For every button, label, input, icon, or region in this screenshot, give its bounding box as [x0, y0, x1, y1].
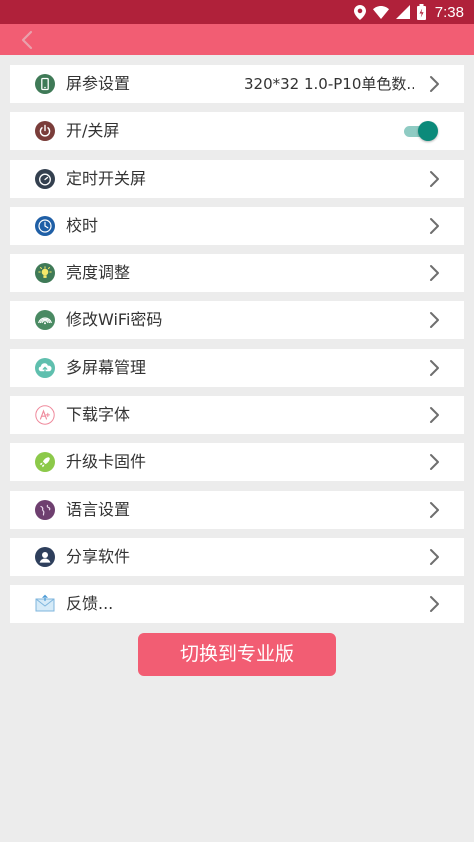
settings-menu: 屏参设置 320*32 1.0-P10单色数... 开/关屏 定时开关屏 校时 …: [10, 65, 464, 633]
mail-icon: [35, 594, 55, 614]
back-button[interactable]: [14, 27, 40, 53]
clock-icon: [35, 215, 55, 236]
cell-signal-icon: [395, 5, 410, 19]
rocket-icon: [35, 452, 55, 473]
menu-item-firmware-upgrade[interactable]: 升级卡固件: [10, 443, 464, 482]
menu-item-label: 校时: [66, 215, 99, 235]
switch-to-pro-button[interactable]: 切换到专业版: [138, 633, 336, 676]
chevron-right-icon: [430, 312, 439, 329]
chevron-right-icon: [430, 548, 439, 565]
user-icon: [35, 546, 55, 567]
chevron-right-icon: [430, 501, 439, 518]
menu-item-multi-screen[interactable]: 多屏幕管理: [10, 348, 464, 387]
menu-item-label: 修改WiFi密码: [66, 310, 163, 330]
menu-item-label: 多屏幕管理: [66, 357, 147, 377]
menu-item-label: 升级卡固件: [66, 452, 147, 472]
wifi-password-icon: [35, 310, 55, 331]
chevron-right-icon: [430, 170, 439, 187]
location-icon: [353, 4, 366, 20]
menu-item-language[interactable]: 语言设置: [10, 490, 464, 529]
menu-item-brightness[interactable]: 亮度调整: [10, 254, 464, 293]
cloud-upload-icon: [35, 357, 55, 378]
chevron-right-icon: [430, 76, 439, 92]
brightness-icon: [35, 263, 55, 284]
phone-icon: [35, 74, 55, 94]
chevron-right-icon: [430, 265, 439, 282]
globe-icon: [35, 499, 55, 520]
menu-item-label: 定时开关屏: [66, 168, 147, 188]
font-icon: [35, 405, 55, 425]
menu-item-download-font[interactable]: 下载字体: [10, 396, 464, 435]
back-arrow-icon: [21, 30, 33, 50]
timer-icon: [35, 168, 55, 189]
wifi-icon: [372, 5, 389, 19]
menu-item-label: 语言设置: [66, 499, 131, 519]
power-toggle-switch[interactable]: [404, 121, 438, 142]
menu-item-label: 反馈...: [66, 594, 114, 614]
menu-item-time-sync[interactable]: 校时: [10, 206, 464, 245]
menu-item-share[interactable]: 分享软件: [10, 537, 464, 576]
clock-time: 7:38: [434, 3, 464, 21]
screen-params-value: 320*32 1.0-P10单色数...: [244, 75, 414, 93]
chevron-right-icon: [430, 359, 439, 376]
menu-item-wifi-password[interactable]: 修改WiFi密码: [10, 301, 464, 340]
app-bar: [0, 24, 474, 55]
menu-item-label: 亮度调整: [66, 263, 131, 283]
chevron-right-icon: [430, 454, 439, 471]
battery-icon: [416, 4, 426, 20]
menu-item-feedback[interactable]: 反馈...: [10, 585, 464, 624]
power-icon: [35, 121, 55, 142]
toggle-thumb: [418, 121, 438, 142]
menu-item-label: 分享软件: [66, 546, 131, 566]
menu-item-timer[interactable]: 定时开关屏: [10, 159, 464, 198]
menu-item-label: 下载字体: [66, 405, 131, 425]
chevron-right-icon: [430, 217, 439, 234]
menu-item-label: 屏参设置: [66, 74, 131, 93]
menu-item-screen-params[interactable]: 屏参设置 320*32 1.0-P10单色数...: [10, 65, 464, 103]
status-bar: 7:38: [0, 0, 474, 24]
chevron-right-icon: [430, 596, 439, 613]
menu-item-power-toggle: 开/关屏: [10, 112, 464, 151]
menu-item-label: 开/关屏: [66, 121, 120, 141]
chevron-right-icon: [430, 407, 439, 424]
